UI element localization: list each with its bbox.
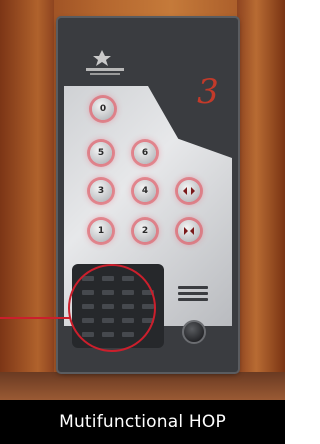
floor-button-label: 1: [97, 226, 105, 236]
card-reader-button[interactable]: [182, 320, 206, 344]
floor-button-label: 6: [141, 148, 149, 158]
wood-frame-bottom: [0, 372, 285, 400]
wood-frame-right: [237, 0, 285, 400]
floor-button-label: 2: [141, 226, 149, 236]
keypad-highlight-circle: [68, 264, 156, 352]
door-close-icon: [184, 227, 194, 235]
floor-button-3[interactable]: 3: [90, 180, 112, 202]
floor-button-label: 3: [97, 186, 105, 196]
elevator-hop-photo: 3 0 5 6 3 4 1 2: [0, 0, 285, 400]
image-caption: Mutifunctional HOP: [0, 400, 285, 444]
door-open-button[interactable]: [178, 180, 200, 202]
floor-indicator: 3: [197, 72, 219, 112]
door-open-icon: [183, 187, 195, 195]
floor-button-1[interactable]: 1: [90, 220, 112, 242]
floor-button-0[interactable]: 0: [92, 98, 114, 120]
floor-button-6[interactable]: 6: [134, 142, 156, 164]
wood-frame-left: [0, 0, 54, 400]
floor-button-4[interactable]: 4: [134, 180, 156, 202]
floor-button-5[interactable]: 5: [90, 142, 112, 164]
floor-button-2[interactable]: 2: [134, 220, 156, 242]
floor-button-label: 0: [99, 104, 107, 114]
floor-button-label: 4: [141, 186, 149, 196]
brand-logo: [86, 50, 124, 75]
callout-line: [0, 317, 70, 319]
speaker-grille: [178, 286, 208, 304]
floor-button-label: 5: [97, 148, 105, 158]
door-close-button[interactable]: [178, 220, 200, 242]
